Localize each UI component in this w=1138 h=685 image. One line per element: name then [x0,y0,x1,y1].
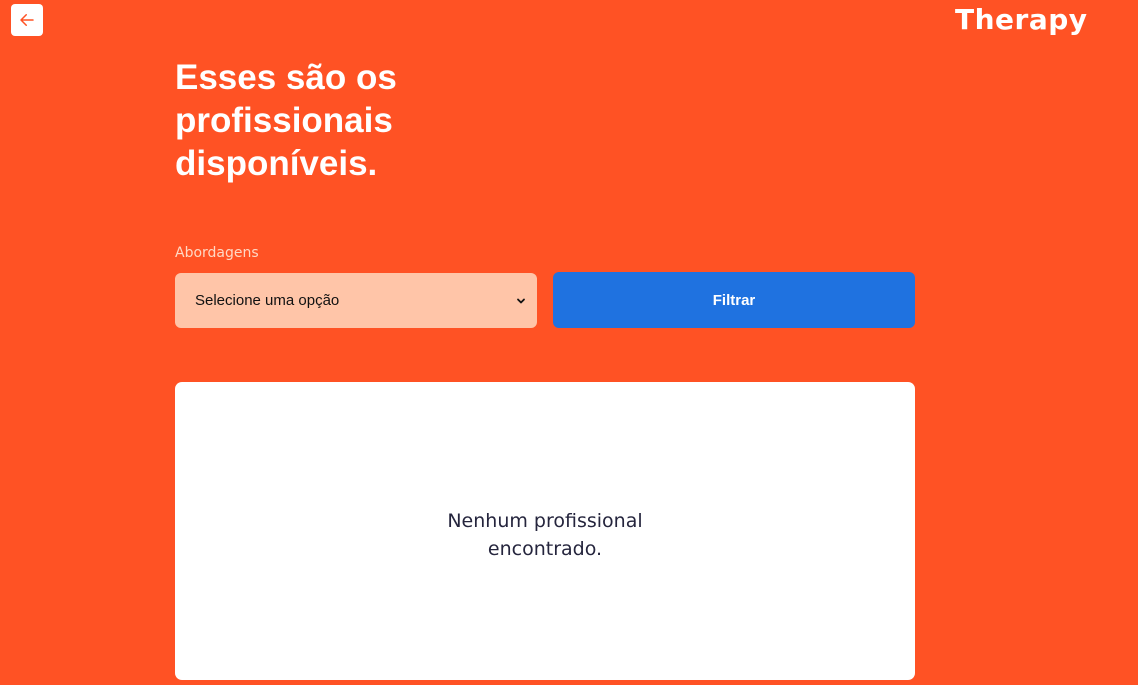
empty-state-message: Nenhum profissional encontrado. [447,509,643,560]
back-button[interactable] [11,4,43,36]
approaches-select[interactable]: Selecione uma opção [175,273,537,328]
arrow-left-icon [20,14,34,26]
approaches-select-value: Selecione uma opção [195,292,340,309]
brand-logo: Therapy [955,3,1088,36]
chevron-down-icon [517,298,525,303]
page-title: Esses são os profissionais disponíveis. [175,58,397,183]
filter-button[interactable]: Filtrar [553,272,915,328]
approaches-label: Abordagens [175,245,259,261]
results-panel: Nenhum profissional encontrado. [175,382,915,680]
